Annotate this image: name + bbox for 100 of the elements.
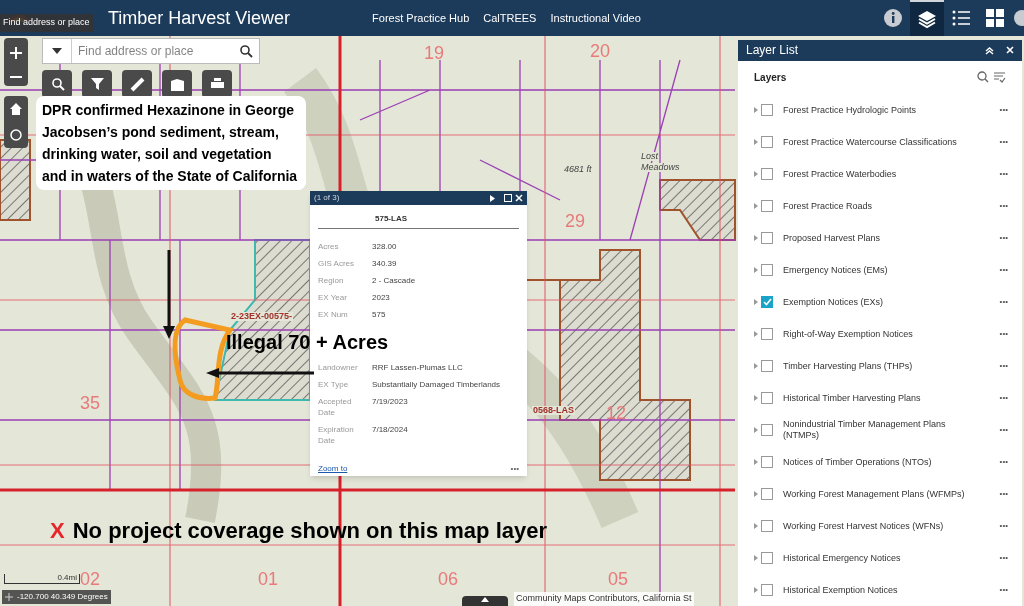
expand-icon[interactable] (754, 555, 758, 561)
caret-icon (481, 596, 489, 602)
expand-icon[interactable] (754, 235, 758, 241)
more-menu[interactable]: ••• (999, 296, 1008, 308)
attribution-toggle[interactable] (462, 596, 508, 606)
map-tool-button[interactable] (82, 70, 112, 98)
more-menu[interactable]: ••• (999, 584, 1008, 596)
close-icon[interactable] (1006, 46, 1014, 55)
dropdown-icon[interactable] (52, 48, 62, 54)
search-field[interactable]: Find address or place (42, 38, 260, 64)
more-menu[interactable]: ••• (999, 328, 1008, 340)
more-menu[interactable]: ••• (999, 232, 1008, 244)
checkbox[interactable] (761, 488, 773, 500)
layer-item[interactable]: Working Forest Management Plans (WFMPs) ••• (738, 478, 1022, 510)
expand-icon[interactable] (754, 395, 758, 401)
expand-icon[interactable] (754, 299, 758, 305)
toolbar-button[interactable] (910, 0, 944, 36)
zoom-out-icon[interactable] (9, 74, 23, 79)
more-menu[interactable]: ••• (999, 168, 1008, 180)
checkbox[interactable] (761, 424, 773, 436)
checkbox[interactable] (761, 520, 773, 532)
checkbox[interactable] (761, 104, 773, 116)
expand-icon[interactable] (754, 363, 758, 369)
map-tool-button[interactable] (162, 70, 192, 98)
expand-icon[interactable] (754, 459, 758, 465)
locate-icon[interactable] (9, 128, 23, 142)
layer-item[interactable]: Forest Practice Roads ••• (738, 190, 1022, 222)
zoom-to-link[interactable]: Zoom to (318, 463, 348, 475)
layer-item[interactable]: Working Forest Harvest Notices (WFNs) ••• (738, 510, 1022, 542)
more-menu[interactable]: ••• (999, 552, 1008, 564)
layer-item[interactable]: Forest Practice Hydrologic Points ••• (738, 94, 1022, 126)
expand-icon[interactable] (754, 331, 758, 337)
nav-link[interactable]: Forest Practice Hub (372, 9, 470, 27)
more-menu[interactable]: ••• (510, 463, 519, 475)
checkbox[interactable] (761, 392, 773, 404)
expand-icon[interactable] (754, 171, 758, 177)
expand-icon[interactable] (754, 139, 758, 145)
collapse-icon[interactable] (985, 45, 994, 55)
expand-icon[interactable] (754, 107, 758, 113)
expand-icon[interactable] (754, 587, 758, 593)
layer-item[interactable]: Forest Practice Waterbodies ••• (738, 158, 1022, 190)
more-menu[interactable]: ••• (999, 392, 1008, 404)
expand-icon[interactable] (754, 203, 758, 209)
layer-item[interactable]: Emergency Notices (EMs) ••• (738, 254, 1022, 286)
expand-icon[interactable] (754, 427, 758, 433)
field-value: 340.39 (372, 258, 398, 269)
checkbox[interactable] (761, 360, 773, 372)
close-icon[interactable] (515, 194, 523, 202)
layer-item[interactable]: Timber Harvesting Plans (THPs) ••• (738, 350, 1022, 382)
field-label: Region (318, 275, 345, 286)
layer-item[interactable]: Exemption Notices (EXs) ••• (738, 286, 1022, 318)
checkbox[interactable] (761, 168, 773, 180)
crosshair-icon[interactable] (5, 593, 13, 601)
checkbox[interactable] (761, 328, 773, 340)
nav-link[interactable]: Instructional Video (550, 9, 641, 27)
search-icon[interactable] (240, 44, 253, 58)
checkbox[interactable] (761, 552, 773, 564)
checkbox[interactable] (761, 200, 773, 212)
more-menu[interactable]: ••• (999, 136, 1008, 148)
field-value: 2 - Cascade (372, 275, 417, 286)
more-menu[interactable]: ••• (999, 456, 1008, 468)
expand-icon[interactable] (754, 523, 758, 529)
filter-list-icon[interactable] (993, 71, 1006, 84)
layer-item[interactable]: Notices of Timber Operations (NTOs) ••• (738, 446, 1022, 478)
coordinates-readout: -120.700 40.349 Degrees (17, 591, 108, 603)
field-value: 2023 (372, 292, 391, 303)
section-heading: Layers (754, 70, 787, 85)
more-menu[interactable]: ••• (999, 488, 1008, 500)
map-tool-button[interactable] (42, 70, 72, 98)
more-menu[interactable]: ••• (999, 424, 1008, 436)
more-menu[interactable]: ••• (999, 264, 1008, 276)
layer-item[interactable]: Nonindustrial Timber Management Plans (NTMPs) ••• (738, 414, 1022, 446)
nav-link[interactable]: CalTREES (483, 9, 537, 27)
checkbox[interactable] (761, 136, 773, 148)
zoom-in-icon[interactable] (9, 45, 23, 60)
maximize-icon[interactable] (504, 194, 512, 202)
expand-icon[interactable] (754, 267, 758, 273)
more-menu[interactable]: ••• (999, 520, 1008, 532)
checkbox[interactable] (761, 232, 773, 244)
layer-item[interactable]: Historical Emergency Notices ••• (738, 542, 1022, 574)
layer-name: Historical Timber Harvesting Plans (783, 392, 922, 404)
layer-name: Historical Exemption Notices (783, 584, 899, 596)
search-icon[interactable] (977, 71, 989, 84)
layer-item[interactable]: Historical Timber Harvesting Plans ••• (738, 382, 1022, 414)
home-icon[interactable] (9, 102, 23, 116)
map-tool-button[interactable] (122, 70, 152, 98)
layer-item[interactable]: Forest Practice Watercourse Classifications ••• (738, 126, 1022, 158)
expand-icon[interactable] (754, 491, 758, 497)
more-menu[interactable]: ••• (999, 200, 1008, 212)
map-tool-button[interactable] (202, 70, 232, 98)
layer-item[interactable]: Historical Exemption Notices ••• (738, 574, 1022, 606)
checkbox[interactable] (761, 584, 773, 596)
layer-item[interactable]: Proposed Harvest Plans ••• (738, 222, 1022, 254)
more-menu[interactable]: ••• (999, 360, 1008, 372)
layer-item[interactable]: Right-of-Way Exemption Notices ••• (738, 318, 1022, 350)
checkbox[interactable] (761, 456, 773, 468)
next-icon[interactable] (489, 194, 496, 202)
more-menu[interactable]: ••• (999, 104, 1008, 116)
checkbox[interactable] (761, 296, 773, 308)
checkbox[interactable] (761, 264, 773, 276)
